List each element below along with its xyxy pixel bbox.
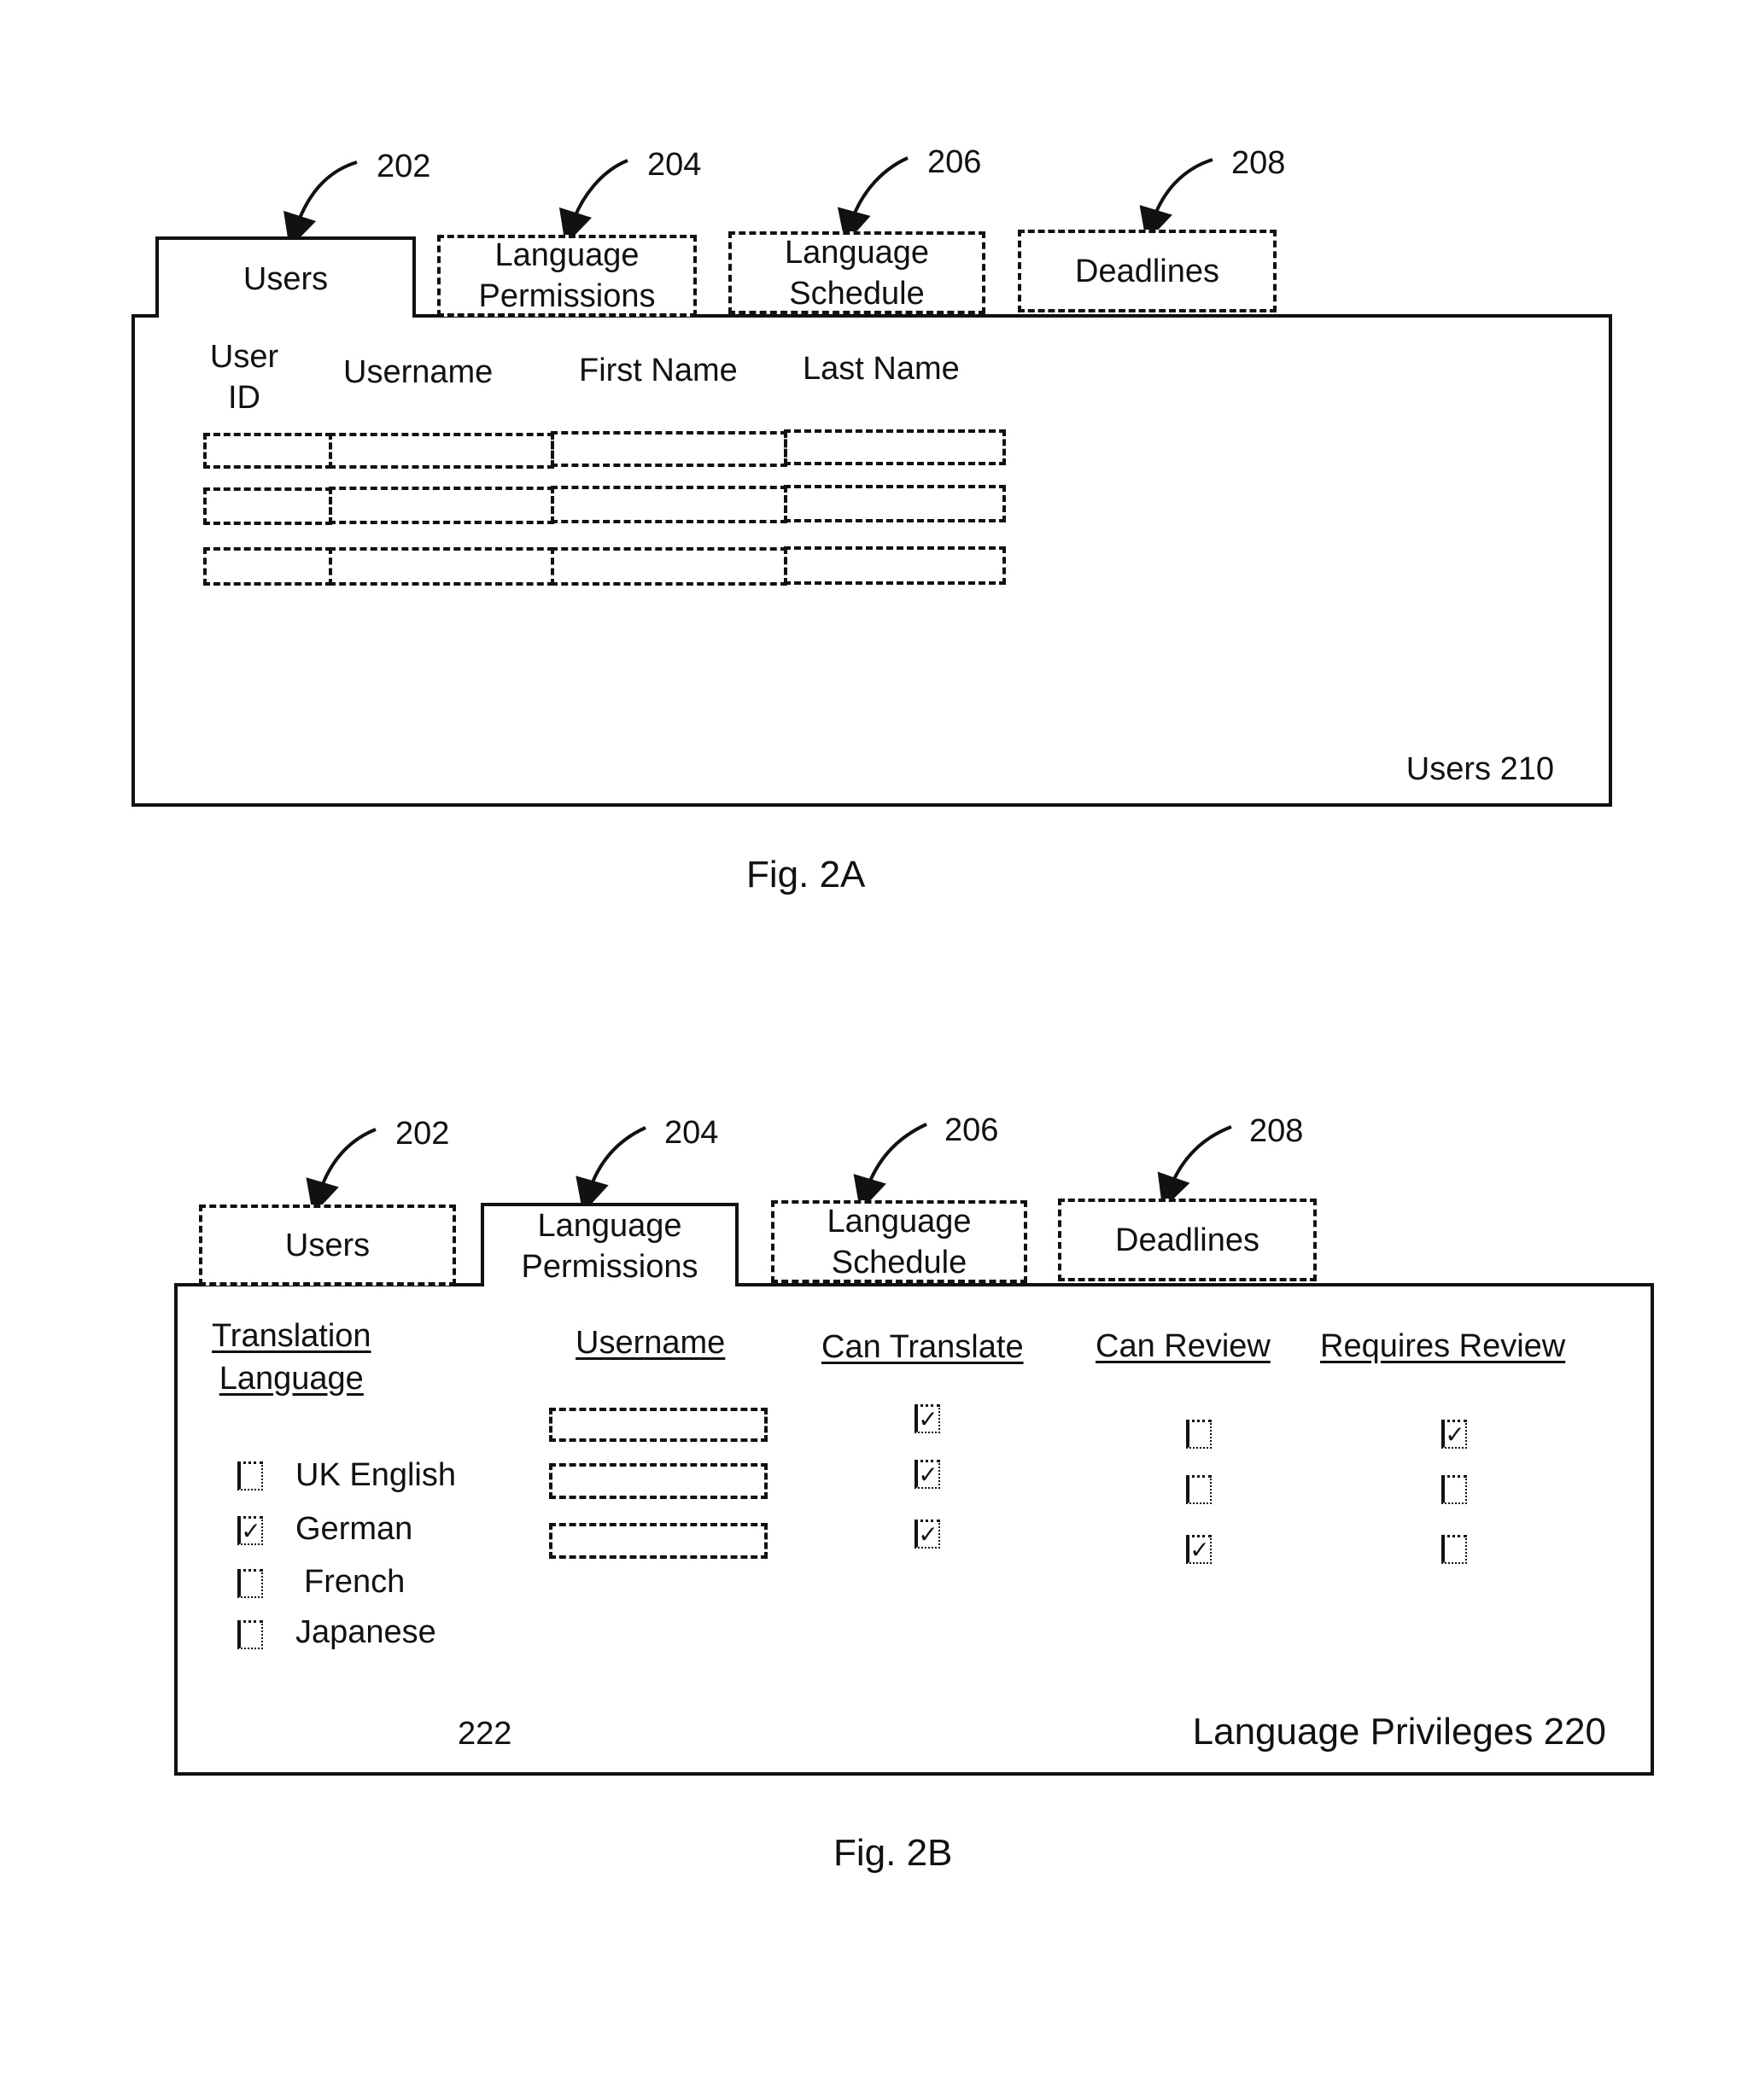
- tab-label-line1: Language: [827, 1203, 972, 1240]
- panel-label: Language Privileges 220: [1192, 1711, 1606, 1753]
- ref-label-208: 208: [1249, 1113, 1304, 1149]
- arrow-202: [306, 1128, 377, 1216]
- checkbox-requires-review[interactable]: [1441, 1475, 1467, 1504]
- checkbox-requires-review[interactable]: ✓: [1441, 1420, 1467, 1449]
- checkbox-can-review[interactable]: [1186, 1420, 1212, 1449]
- checkbox-can-review[interactable]: [1186, 1475, 1212, 1504]
- username-field[interactable]: [549, 1463, 768, 1499]
- ref-label-202: 202: [395, 1116, 450, 1152]
- tab-label: Users: [284, 1227, 371, 1263]
- language-label: French: [304, 1564, 406, 1600]
- arrow-204: [576, 1126, 646, 1214]
- column-header-translation-language: Translation Language: [212, 1315, 371, 1400]
- column-header-can-translate: Can Translate: [821, 1329, 1024, 1365]
- header-line2: Language: [219, 1361, 364, 1397]
- ref-label-204: 204: [664, 1115, 719, 1151]
- language-label: Japanese: [295, 1614, 436, 1650]
- language-label: German: [295, 1511, 413, 1547]
- check-mark-icon: ✓: [1189, 1537, 1210, 1563]
- checkbox-uk-english[interactable]: [237, 1461, 263, 1490]
- tab-deadlines[interactable]: Deadlines: [1058, 1199, 1317, 1281]
- header-line1: Translation: [212, 1318, 371, 1354]
- tab-label-line2: Schedule: [831, 1244, 967, 1280]
- check-mark-icon: ✓: [241, 1518, 261, 1544]
- column-header-username: Username: [576, 1325, 726, 1361]
- reference-arrows-2b: [306, 1123, 1232, 1732]
- tab-language-permissions[interactable]: Language Permissions: [481, 1203, 739, 1286]
- checkbox-can-translate[interactable]: ✓: [915, 1404, 940, 1433]
- tab-label-line2: Permissions: [521, 1249, 698, 1285]
- column-header-requires-review: Requires Review: [1320, 1328, 1566, 1364]
- checkbox-can-review[interactable]: ✓: [1186, 1535, 1212, 1564]
- ref-label-222: 222: [458, 1716, 512, 1752]
- language-label: UK English: [295, 1457, 456, 1493]
- username-field[interactable]: [549, 1408, 768, 1442]
- checkbox-french[interactable]: [237, 1569, 263, 1598]
- arrow-206: [853, 1123, 927, 1212]
- tab-label: Deadlines: [1115, 1222, 1259, 1258]
- checkbox-japanese[interactable]: [237, 1620, 263, 1649]
- figure-caption: Fig. 2B: [833, 1832, 953, 1874]
- ref-label-206: 206: [944, 1112, 999, 1148]
- checkbox-can-translate[interactable]: ✓: [915, 1460, 940, 1489]
- tab-users[interactable]: Users: [199, 1205, 456, 1286]
- check-mark-icon: ✓: [918, 1406, 938, 1432]
- arrow-208: [1157, 1125, 1232, 1210]
- check-mark-icon: ✓: [1445, 1421, 1465, 1448]
- check-mark-icon: ✓: [918, 1461, 938, 1488]
- tab-label-line1: Language: [537, 1208, 682, 1244]
- checkbox-can-translate[interactable]: ✓: [915, 1520, 940, 1549]
- tab-language-schedule[interactable]: Language Schedule: [771, 1200, 1027, 1283]
- checkbox-german[interactable]: ✓: [237, 1516, 263, 1545]
- username-field[interactable]: [549, 1523, 768, 1559]
- checkbox-requires-review[interactable]: [1441, 1535, 1467, 1564]
- check-mark-icon: ✓: [918, 1521, 938, 1548]
- column-header-can-review: Can Review: [1096, 1328, 1271, 1364]
